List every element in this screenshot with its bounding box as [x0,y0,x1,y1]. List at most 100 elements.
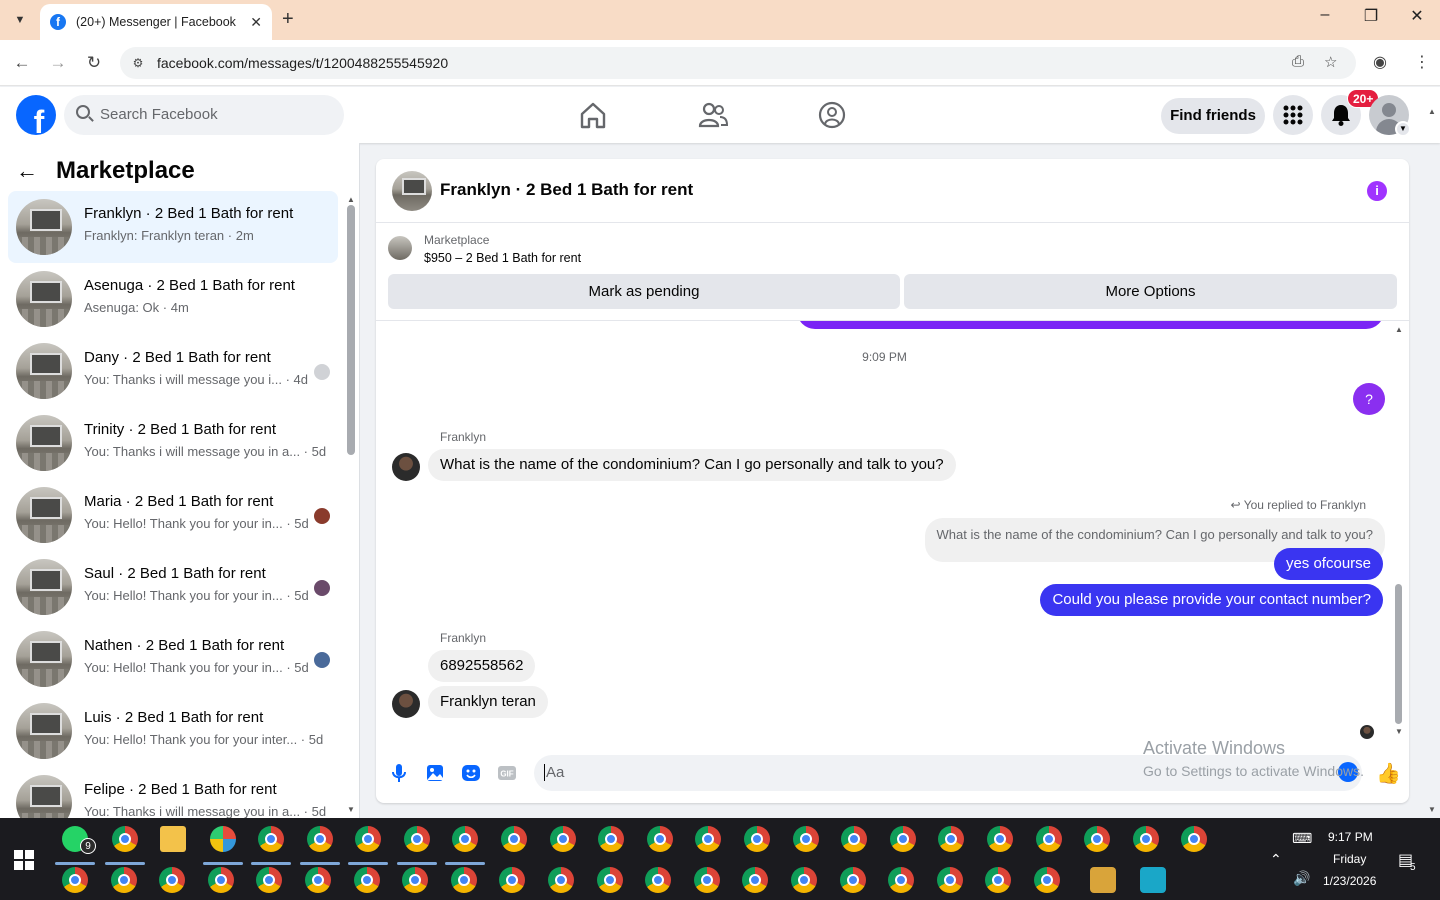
chat-list-scrollbar[interactable] [347,205,355,455]
surfshark-icon[interactable] [1140,867,1166,893]
chrome-icon[interactable] [548,867,574,893]
chrome-icon[interactable] [306,826,333,852]
chrome-icon[interactable] [695,826,722,852]
chrome-icon[interactable] [938,826,965,852]
windows-start-icon[interactable] [14,850,34,870]
chat-list-item[interactable]: Asenuga · 2 Bed 1 Bath for rent Asenuga: … [8,263,338,335]
info-icon[interactable]: i [1367,181,1387,201]
forward-arrow-icon[interactable]: → [45,50,71,76]
more-options-button[interactable]: More Options [904,274,1397,309]
chrome-menu-icon[interactable]: ⋮ [1414,52,1430,72]
chrome-icon[interactable] [598,826,625,852]
tab-search-chevron-icon[interactable]: ▼ [8,8,32,32]
page-scroll-up-arrow-icon[interactable]: ▲ [1428,107,1436,116]
chrome-icon[interactable] [744,826,770,852]
chat-list-item[interactable]: Felipe · 2 Bed 1 Bath for rent You: Thank… [8,767,338,818]
chat-list-item[interactable]: Saul · 2 Bed 1 Bath for rent You: Hello! … [8,551,338,623]
chrome-icon[interactable] [207,867,234,893]
chrome-icon[interactable] [501,826,527,852]
incoming-message[interactable]: 6892558562 [428,650,536,682]
back-arrow-icon[interactable]: ← [9,50,35,76]
profile-icon[interactable]: ◉ [1373,52,1387,72]
conversation-title[interactable]: Franklyn · 2 Bed 1 Bath for rent [440,180,693,200]
window-maximize-icon[interactable]: ❐ [1348,6,1394,26]
mark-as-pending-button[interactable]: Mark as pending [388,274,900,309]
hand-app-icon[interactable] [1090,867,1116,893]
find-friends-button[interactable]: Find friends [1161,98,1265,134]
chat-list-item[interactable]: Franklyn · 2 Bed 1 Bath for rent Franklyn… [8,191,338,263]
window-close-icon[interactable]: ✕ [1394,6,1440,26]
volume-icon[interactable]: 🔊 [1293,870,1310,887]
groups-icon[interactable] [817,101,847,129]
chrome-icon[interactable] [889,826,916,852]
chrome-icon[interactable] [305,867,331,893]
chrome-icon[interactable] [596,867,623,893]
show-hidden-icons-chevron-icon[interactable]: ⌃ [1270,851,1282,868]
incoming-message[interactable]: Franklyn teran [428,686,548,718]
home-icon[interactable] [578,101,608,129]
chrome-icon[interactable] [1181,826,1208,852]
chat-list-item[interactable]: Nathen · 2 Bed 1 Bath for rent You: Hello… [8,623,338,695]
chrome-icon[interactable] [987,826,1013,852]
chat-list-item[interactable]: Luis · 2 Bed 1 Bath for rent You: Hello! … [8,695,338,767]
chrome-icon[interactable] [1132,826,1159,852]
clock-time[interactable]: 9:17 PM [1328,830,1373,844]
reload-icon[interactable]: ↻ [81,50,107,76]
message-scrollbar[interactable] [1395,584,1402,724]
chrome-icon[interactable] [112,826,138,852]
back-arrow-icon[interactable]: ← [16,158,38,184]
outgoing-message[interactable]: yes ofcourse [1273,548,1383,580]
incoming-message[interactable]: What is the name of the condominium? Can… [428,449,956,481]
menu-grid-button[interactable] [1273,95,1313,135]
address-bar[interactable]: ⚙ facebook.com/messages/t/12004882555459… [120,47,1356,79]
chrome-icon[interactable] [159,867,186,893]
scroll-up-arrow-icon[interactable]: ▲ [1395,325,1403,334]
scroll-down-arrow-icon[interactable]: ▼ [347,805,355,814]
chrome-icon[interactable] [450,867,477,893]
chrome-icon[interactable] [645,867,672,893]
chrome-icon[interactable] [353,867,380,893]
listing-avatar[interactable] [392,171,432,211]
thumbs-up-like-icon[interactable]: 👍 [1376,761,1401,786]
outgoing-question-bubble[interactable]: ? [1353,383,1385,415]
outgoing-message[interactable]: Could you please provide your contact nu… [1040,584,1383,616]
paint-icon[interactable] [210,826,236,852]
browser-tab-active[interactable]: f (20+) Messenger | Facebook ✕ [40,4,272,40]
photo-icon[interactable] [425,763,445,783]
friends-icon[interactable] [698,101,728,129]
chat-list-item[interactable]: Trinity · 2 Bed 1 Bath for rent You: Than… [8,407,338,479]
chrome-icon[interactable] [791,867,817,893]
chrome-icon[interactable] [646,826,673,852]
clock-date[interactable]: 1/23/2026 [1323,874,1376,888]
gif-icon[interactable]: GIF [497,763,517,783]
chrome-icon[interactable] [792,826,819,852]
chat-list-item[interactable]: Dany · 2 Bed 1 Bath for rent You: Thanks … [8,335,338,407]
chrome-icon[interactable] [693,867,720,893]
page-scroll-down-arrow-icon[interactable]: ▼ [1428,805,1436,814]
install-app-icon[interactable]: ⎙ [1292,53,1304,70]
scroll-up-arrow-icon[interactable]: ▲ [347,195,355,204]
chrome-icon[interactable] [402,867,429,893]
chrome-icon[interactable] [841,826,868,852]
listing-thumbnail[interactable] [388,236,412,260]
chrome-icon[interactable] [549,826,576,852]
file-explorer-icon[interactable] [160,826,186,852]
chrome-icon[interactable] [1084,826,1111,852]
chrome-icon[interactable] [256,867,283,893]
account-chevron-down-icon[interactable]: ▼ [1395,121,1411,137]
tab-close-icon[interactable]: ✕ [250,14,262,31]
bookmark-star-icon[interactable]: ☆ [1324,53,1337,71]
chrome-icon[interactable] [62,867,88,893]
clock-day[interactable]: Friday [1333,852,1366,866]
chrome-icon[interactable] [452,826,479,852]
facebook-search-input[interactable]: Search Facebook [64,95,344,135]
chrome-icon[interactable] [839,867,866,893]
new-tab-plus-icon[interactable]: + [282,8,294,30]
franklyn-avatar[interactable] [392,690,420,718]
network-icon[interactable]: ⌨ [1292,830,1312,847]
chrome-icon[interactable] [110,867,137,893]
scroll-down-arrow-icon[interactable]: ▼ [1395,727,1403,736]
chrome-icon[interactable] [1035,826,1062,852]
chrome-icon[interactable] [985,867,1012,893]
chrome-icon[interactable] [936,867,963,893]
